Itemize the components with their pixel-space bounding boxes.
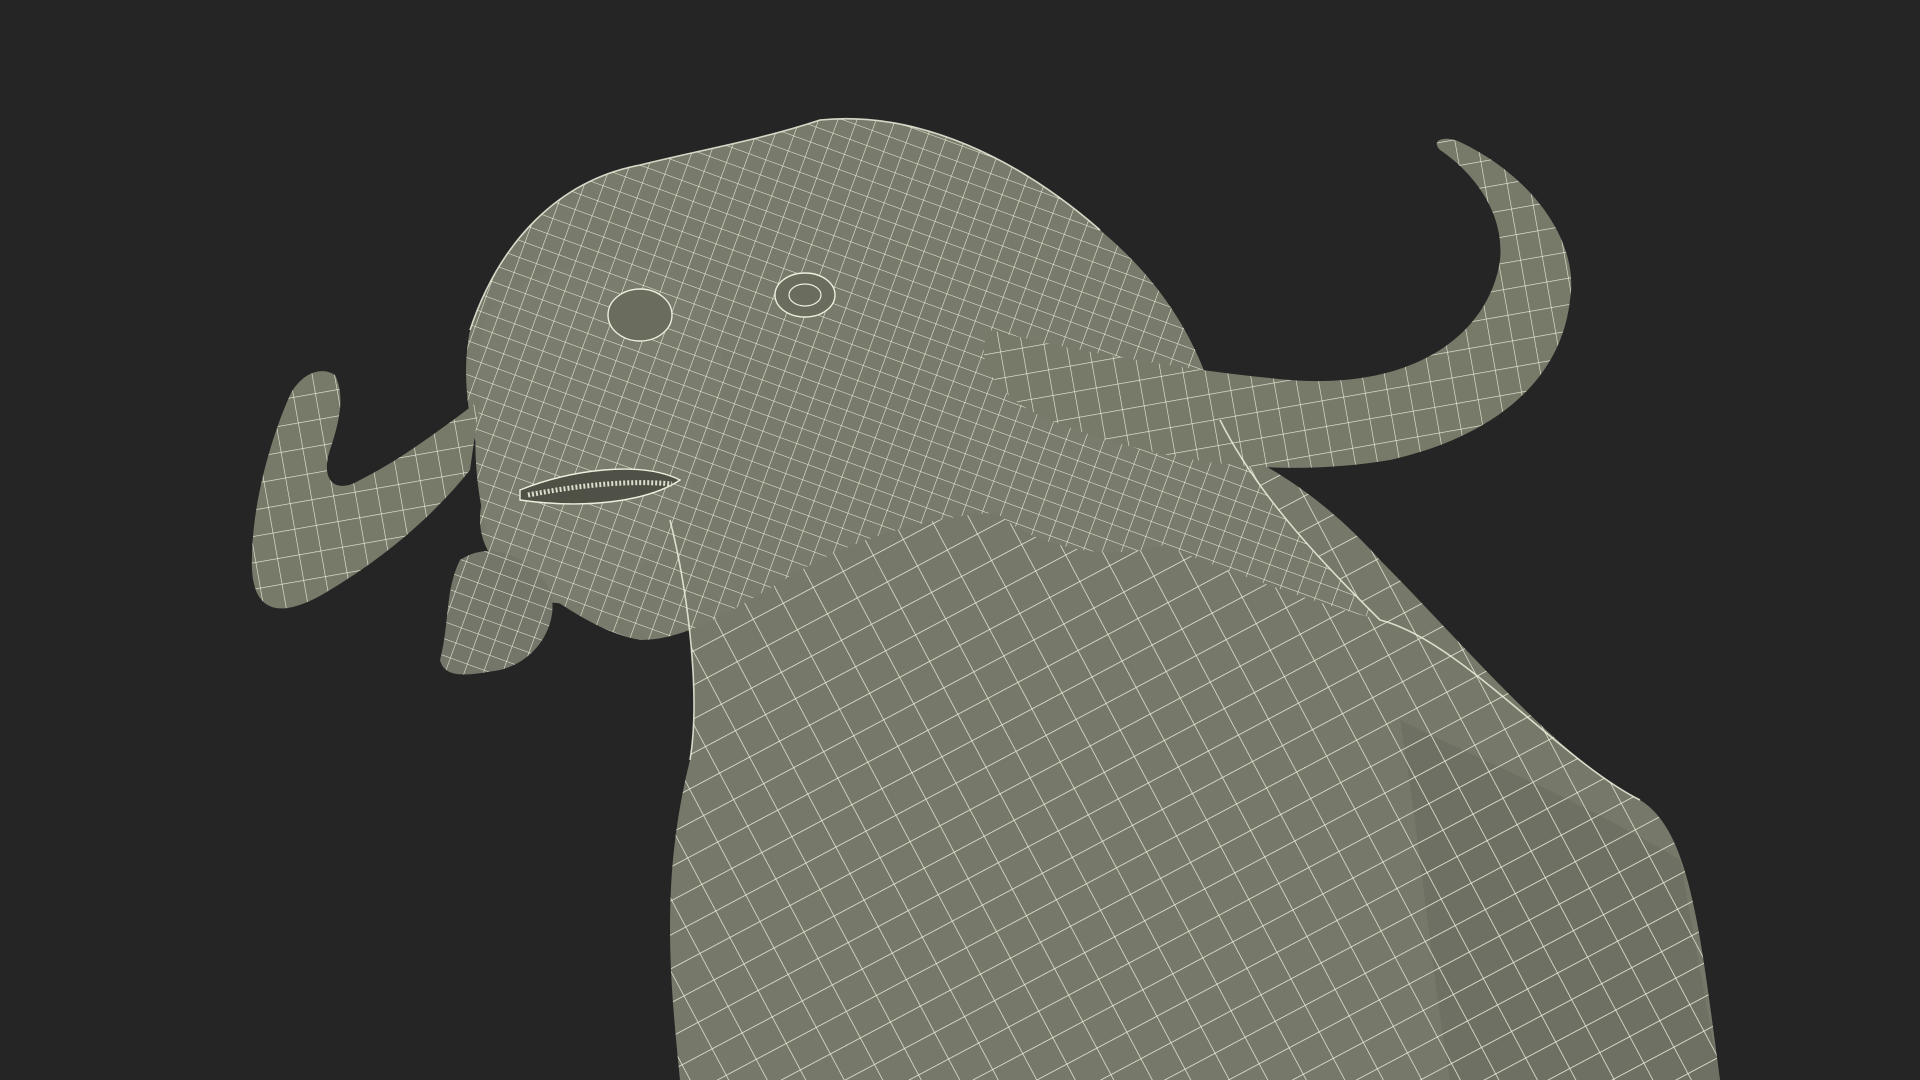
wireframe-render <box>0 0 1920 1080</box>
eye <box>774 272 836 318</box>
render-viewport <box>0 0 1920 1080</box>
nostril <box>607 288 673 342</box>
